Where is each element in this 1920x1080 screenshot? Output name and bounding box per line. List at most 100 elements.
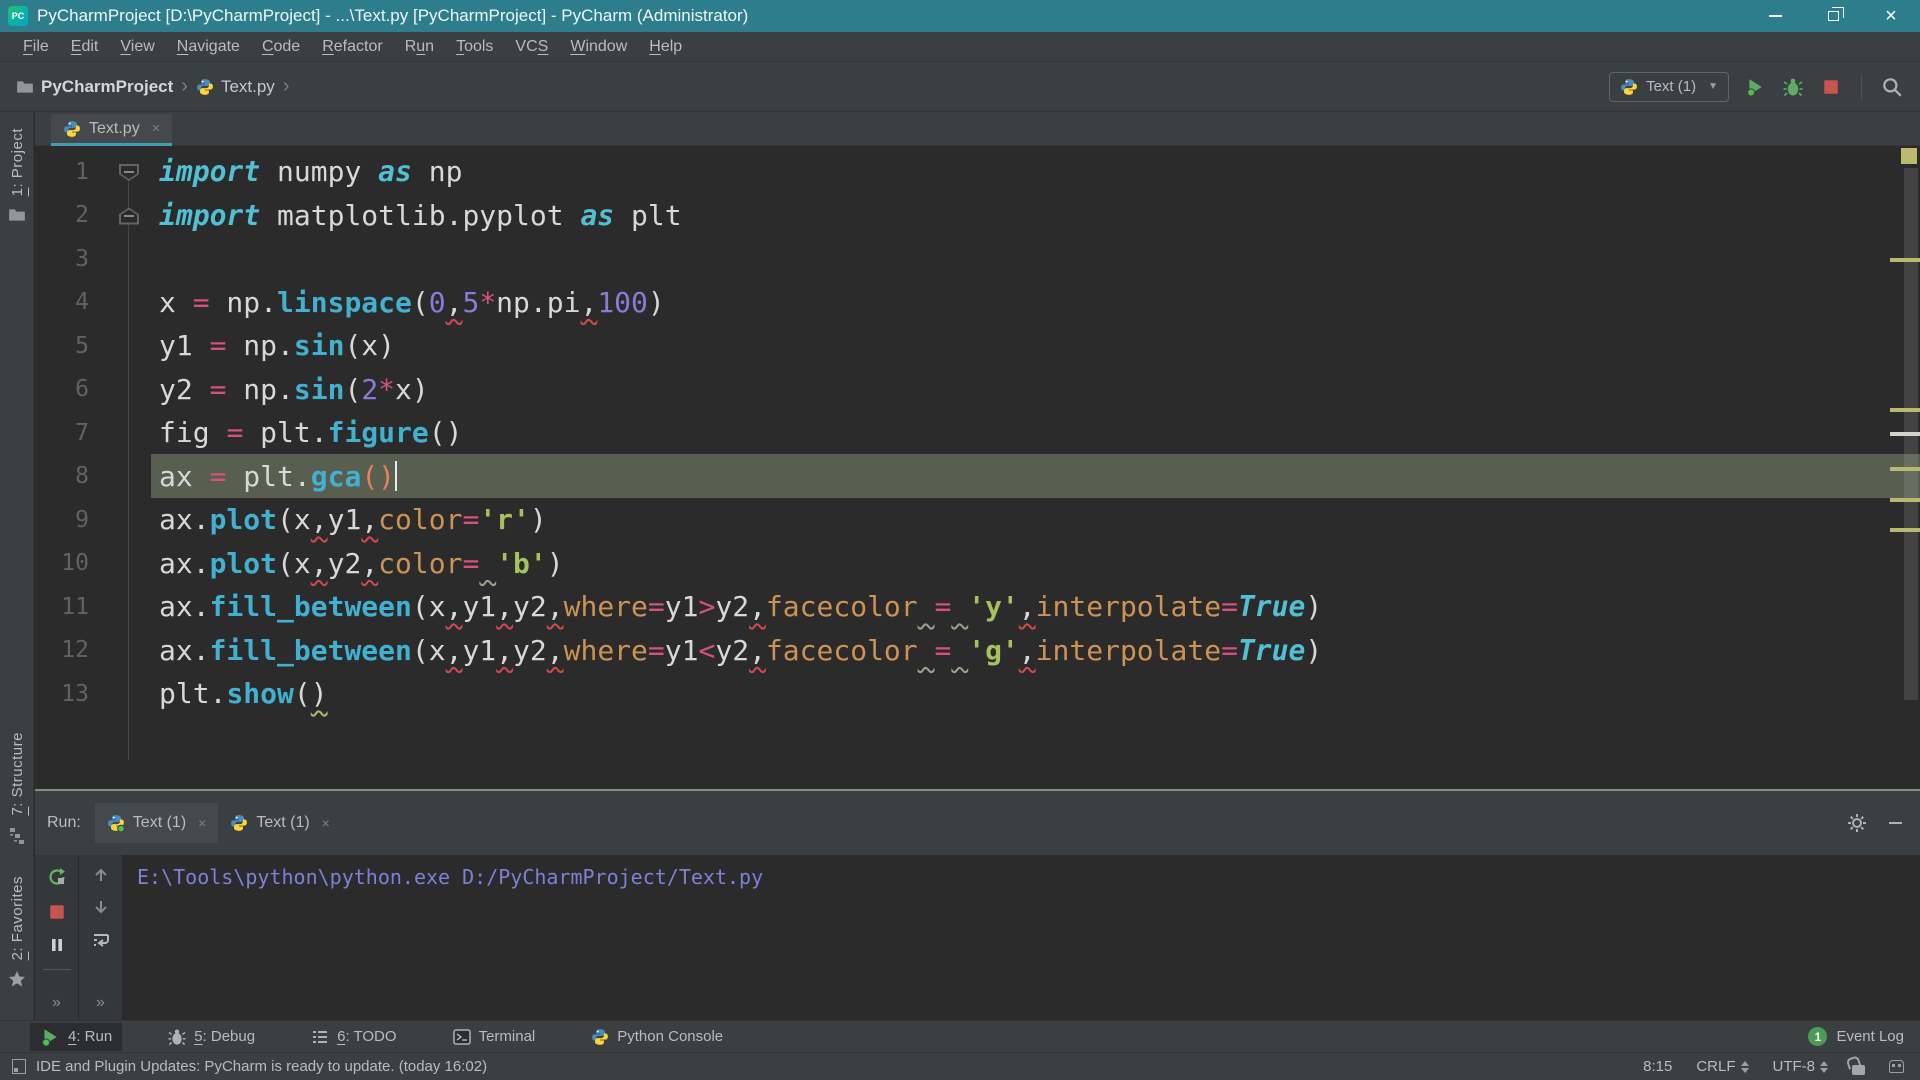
python-icon <box>230 814 248 832</box>
unlock-icon[interactable] <box>1852 1065 1865 1075</box>
run-config-select[interactable]: Text (1) ▼ <box>1609 72 1729 102</box>
run-tabs: Text (1)×Text (1)× <box>95 803 342 843</box>
encoding-widget[interactable]: UTF-8 <box>1773 1058 1829 1075</box>
menu-navigate[interactable]: Navigate <box>168 35 249 59</box>
pause-output-button[interactable] <box>49 937 65 953</box>
code-line-7[interactable]: 7fig = plt.figure() <box>35 411 1920 455</box>
toolwindow-button--todo[interactable]: 6: TODO <box>301 1024 406 1050</box>
menu-help[interactable]: Help <box>640 35 691 59</box>
code-line-6[interactable]: 6y2 = np.sin(2*x) <box>35 368 1920 412</box>
gutter-fold-column <box>89 455 159 499</box>
debug-gray-icon <box>168 1028 186 1046</box>
code-line-4[interactable]: 4x = np.linspace(0,5*np.pi,100) <box>35 281 1920 325</box>
code-line-12[interactable]: 12ax.fill_between(x,y1,y2,where=y1<y2,fa… <box>35 629 1920 673</box>
fold-marker-icon[interactable] <box>119 164 139 181</box>
menu-view[interactable]: View <box>111 35 163 59</box>
window-controls: × <box>1746 0 1920 32</box>
gutter-fold-column <box>89 368 159 412</box>
stop-button[interactable] <box>48 903 66 921</box>
error-stripe-mark[interactable] <box>1890 408 1920 412</box>
close-tab-icon[interactable]: × <box>322 815 330 831</box>
stop-button[interactable] <box>1819 75 1843 99</box>
code-text: import numpy as np <box>159 150 462 194</box>
error-stripe-mark[interactable] <box>1890 432 1920 436</box>
toolwindow-toggle-icon[interactable] <box>12 1059 26 1074</box>
run-tab-1[interactable]: Text (1) × <box>95 803 219 843</box>
menu-edit[interactable]: Edit <box>62 35 108 59</box>
run-tab-label: Text (1) <box>133 814 186 832</box>
code-line-10[interactable]: 10ax.plot(x,y2,color= 'b') <box>35 542 1920 586</box>
overflow-chevron-icon[interactable]: » <box>52 994 61 1012</box>
toolwindow-button--debug[interactable]: 5: Debug <box>158 1024 265 1050</box>
run-button[interactable] <box>1743 75 1767 99</box>
sidebar-item-project[interactable]: 1: Project <box>0 128 34 224</box>
breadcrumb-item[interactable]: Text.py <box>221 77 275 97</box>
toolwindow-button-terminal[interactable]: Terminal <box>443 1024 546 1050</box>
breadcrumb: PyCharmProject›Text.py› <box>16 75 290 98</box>
error-stripe-mark[interactable] <box>1890 528 1920 532</box>
code-line-2[interactable]: 2import matplotlib.pyplot as plt <box>35 194 1920 238</box>
inspection-indicator[interactable] <box>1901 148 1917 164</box>
gutter-fold-column <box>89 237 159 281</box>
main-toolbar: PyCharmProject›Text.py› Text (1) ▼ <box>0 62 1920 112</box>
close-tab-icon[interactable]: × <box>152 120 161 137</box>
run-tool-window: Run: Text (1)×Text (1)× » » E:\Tools\pyt… <box>35 791 1920 1020</box>
overflow-chevron-icon[interactable]: » <box>96 994 105 1012</box>
restore-button[interactable] <box>1804 0 1862 32</box>
menu-window[interactable]: Window <box>561 35 636 59</box>
sidebar-item-favorites[interactable]: 2: Favorites <box>0 876 34 988</box>
stripe-label: 7: Structure <box>9 732 26 816</box>
search-everywhere-button[interactable] <box>1880 75 1904 99</box>
debug-button[interactable] <box>1781 75 1805 99</box>
error-stripe-mark[interactable] <box>1890 258 1920 262</box>
code-text: ax = plt.gca() <box>159 455 397 499</box>
code-line-9[interactable]: 9ax.plot(x,y1,color='r') <box>35 498 1920 542</box>
hector-inspections-icon[interactable] <box>1889 1060 1904 1073</box>
line-number: 6 <box>35 376 89 402</box>
minimize-button[interactable] <box>1746 0 1804 32</box>
toolwindow-button-python-console[interactable]: Python Console <box>581 1024 733 1050</box>
terminal-icon <box>453 1028 471 1046</box>
close-button[interactable]: × <box>1862 0 1920 32</box>
updown-arrows-icon <box>1741 1061 1749 1073</box>
menu-tools[interactable]: Tools <box>447 35 502 59</box>
code-line-13[interactable]: 13plt.show() <box>35 672 1920 716</box>
tab-text-py[interactable]: Text.py × <box>51 114 172 146</box>
python-icon <box>591 1028 609 1046</box>
code-line-11[interactable]: 11ax.fill_between(x,y1,y2,where=y1>y2,fa… <box>35 585 1920 629</box>
hide-panel-button[interactable] <box>1889 822 1902 824</box>
caret-position-widget[interactable]: 8:15 <box>1643 1058 1672 1075</box>
title-bar: PC PyCharmProject [D:\PyCharmProject] - … <box>0 0 1920 32</box>
menu-vcs[interactable]: VCS <box>506 35 557 59</box>
fold-marker-icon[interactable] <box>119 208 139 225</box>
code-line-8[interactable]: 8ax = plt.gca() <box>35 455 1920 499</box>
down-stack-trace-button[interactable] <box>93 899 109 915</box>
code-line-5[interactable]: 5y1 = np.sin(x) <box>35 324 1920 368</box>
editor[interactable]: 1import numpy as np2import matplotlib.py… <box>35 146 1920 790</box>
breadcrumb-item[interactable]: PyCharmProject <box>41 77 173 97</box>
up-stack-trace-button[interactable] <box>93 867 109 883</box>
rerun-button[interactable] <box>47 867 67 887</box>
code-line-3[interactable]: 3 <box>35 237 1920 281</box>
menu-refactor[interactable]: Refactor <box>313 35 391 59</box>
pycharm-logo-icon: PC <box>8 6 28 26</box>
error-stripe-mark[interactable] <box>1890 467 1920 471</box>
event-log-button[interactable]: 1Event Log <box>1808 1027 1904 1046</box>
error-stripe-mark[interactable] <box>1890 498 1920 502</box>
console-toolbar-left: » <box>35 855 79 1020</box>
menu-code[interactable]: Code <box>253 35 309 59</box>
line-separator-widget[interactable]: CRLF <box>1696 1058 1748 1075</box>
soft-wrap-button[interactable] <box>92 931 110 949</box>
run-config-label: Text (1) <box>1646 78 1696 95</box>
menu-run[interactable]: Run <box>396 35 443 59</box>
close-tab-icon[interactable]: × <box>198 815 206 831</box>
run-tab-2[interactable]: Text (1)× <box>218 803 342 843</box>
run-console[interactable]: E:\Tools\python\python.exe D:/PyCharmPro… <box>123 855 1920 1020</box>
folder-icon <box>16 78 34 96</box>
sidebar-item-structure[interactable]: 7: Structure <box>0 732 34 844</box>
gear-icon[interactable] <box>1847 813 1867 833</box>
text-caret <box>395 461 397 491</box>
code-line-1[interactable]: 1import numpy as np <box>35 150 1920 194</box>
toolwindow-button--run[interactable]: 4: Run <box>30 1023 122 1051</box>
menu-file[interactable]: File <box>14 35 58 59</box>
